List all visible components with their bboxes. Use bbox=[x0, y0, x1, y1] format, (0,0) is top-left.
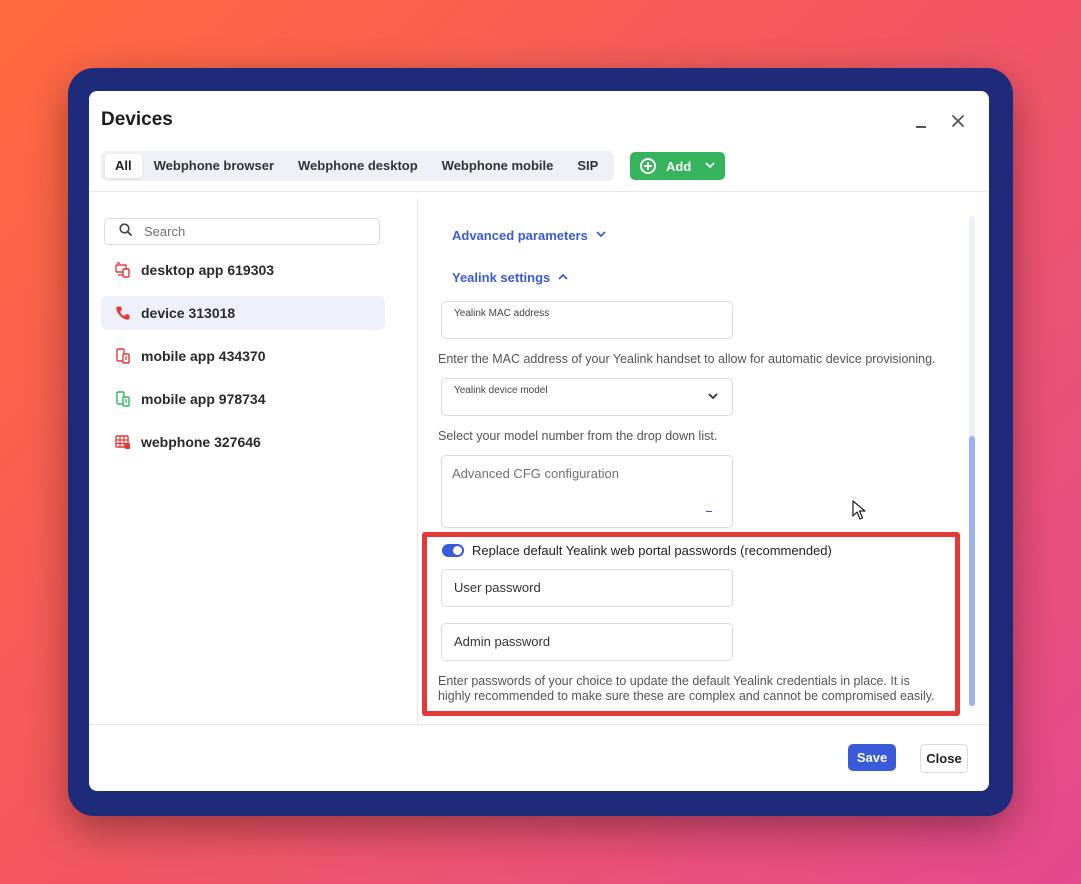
advanced-cfg-placeholder: Advanced CFG configuration bbox=[452, 466, 619, 481]
tab-webphone-desktop[interactable]: Webphone desktop bbox=[286, 154, 430, 178]
add-device-button[interactable]: Add bbox=[630, 152, 725, 180]
list-item[interactable]: mobile app 978734 bbox=[101, 382, 385, 416]
mobile-app-icon bbox=[115, 348, 131, 364]
list-item[interactable]: mobile app 434370 bbox=[101, 339, 385, 373]
mobile-app-icon bbox=[115, 391, 131, 407]
advanced-parameters-label: Advanced parameters bbox=[452, 228, 588, 243]
device-label: webphone 327646 bbox=[141, 434, 261, 450]
search-box[interactable] bbox=[104, 218, 380, 245]
chevron-down-icon bbox=[705, 160, 715, 172]
resize-handle[interactable] bbox=[706, 511, 712, 512]
mouse-cursor-icon bbox=[852, 500, 866, 525]
user-password-label: User password bbox=[454, 580, 541, 595]
replace-passwords-label: Replace default Yealink web portal passw… bbox=[472, 543, 832, 558]
yealink-mac-field[interactable]: Yealink MAC address bbox=[441, 301, 733, 339]
admin-password-label: Admin password bbox=[454, 634, 551, 649]
device-label: mobile app 978734 bbox=[141, 391, 266, 407]
tab-all[interactable]: All bbox=[105, 154, 142, 178]
search-input[interactable] bbox=[142, 223, 366, 240]
footer-divider bbox=[89, 724, 989, 725]
tab-sip[interactable]: SIP bbox=[565, 154, 610, 178]
chevron-down-icon bbox=[708, 391, 718, 403]
model-helper-text: Select your model number from the drop d… bbox=[438, 429, 718, 443]
password-helper-line1: Enter passwords of your choice to update… bbox=[438, 674, 910, 688]
advanced-parameters-toggle[interactable]: Advanced parameters bbox=[452, 228, 606, 243]
replace-passwords-row: Replace default Yealink web portal passw… bbox=[442, 543, 832, 558]
yealink-settings-label: Yealink settings bbox=[452, 270, 551, 285]
search-icon bbox=[119, 222, 132, 241]
yealink-model-select[interactable]: Yealink device model bbox=[441, 378, 733, 416]
device-label: mobile app 434370 bbox=[141, 348, 266, 364]
advanced-cfg-textarea[interactable]: Advanced CFG configuration bbox=[441, 455, 733, 528]
devices-modal: Devices All Webphone browser Webphone de… bbox=[89, 91, 989, 791]
device-type-tabs: All Webphone browser Webphone desktop We… bbox=[101, 151, 615, 181]
password-helper-text: Enter passwords of your choice to update… bbox=[438, 674, 935, 704]
admin-password-field[interactable]: Admin password bbox=[441, 623, 733, 661]
minimize-icon bbox=[916, 126, 926, 128]
password-helper-line2: highly recommended to make sure these ar… bbox=[438, 689, 935, 703]
tab-webphone-mobile[interactable]: Webphone mobile bbox=[430, 154, 566, 178]
yealink-settings-toggle[interactable]: Yealink settings bbox=[452, 270, 568, 285]
list-item[interactable]: webphone 327646 bbox=[101, 425, 385, 459]
list-item[interactable]: device 313018 bbox=[101, 296, 385, 330]
chevron-down-icon bbox=[596, 230, 606, 241]
webphone-icon bbox=[115, 434, 131, 450]
user-password-field[interactable]: User password bbox=[441, 569, 733, 607]
modal-title: Devices bbox=[101, 109, 173, 130]
add-button-label: Add bbox=[666, 158, 692, 174]
list-item[interactable]: desktop app 619303 bbox=[101, 253, 385, 287]
device-list: desktop app 619303 device 313018 mobile … bbox=[101, 253, 385, 468]
tab-webphone-browser[interactable]: Webphone browser bbox=[142, 154, 286, 178]
minimize-button[interactable] bbox=[909, 109, 933, 133]
device-label: device 313018 bbox=[141, 305, 236, 321]
device-settings-panel: Advanced parameters Yealink settings Yea… bbox=[418, 192, 989, 724]
mac-helper-text: Enter the MAC address of your Yealink ha… bbox=[438, 352, 936, 366]
phone-icon bbox=[115, 305, 131, 321]
scrollbar-thumb[interactable] bbox=[969, 436, 975, 706]
replace-passwords-toggle[interactable] bbox=[442, 544, 464, 557]
desktop-app-icon bbox=[115, 262, 131, 278]
chevron-up-icon bbox=[558, 272, 568, 283]
device-label: desktop app 619303 bbox=[141, 262, 275, 278]
close-icon[interactable] bbox=[946, 109, 970, 133]
close-button[interactable]: Close bbox=[920, 744, 968, 773]
yealink-model-label: Yealink device model bbox=[454, 385, 548, 396]
save-button[interactable]: Save bbox=[848, 744, 896, 771]
yealink-mac-label: Yealink MAC address bbox=[454, 308, 550, 319]
plus-circle-icon bbox=[640, 158, 656, 174]
